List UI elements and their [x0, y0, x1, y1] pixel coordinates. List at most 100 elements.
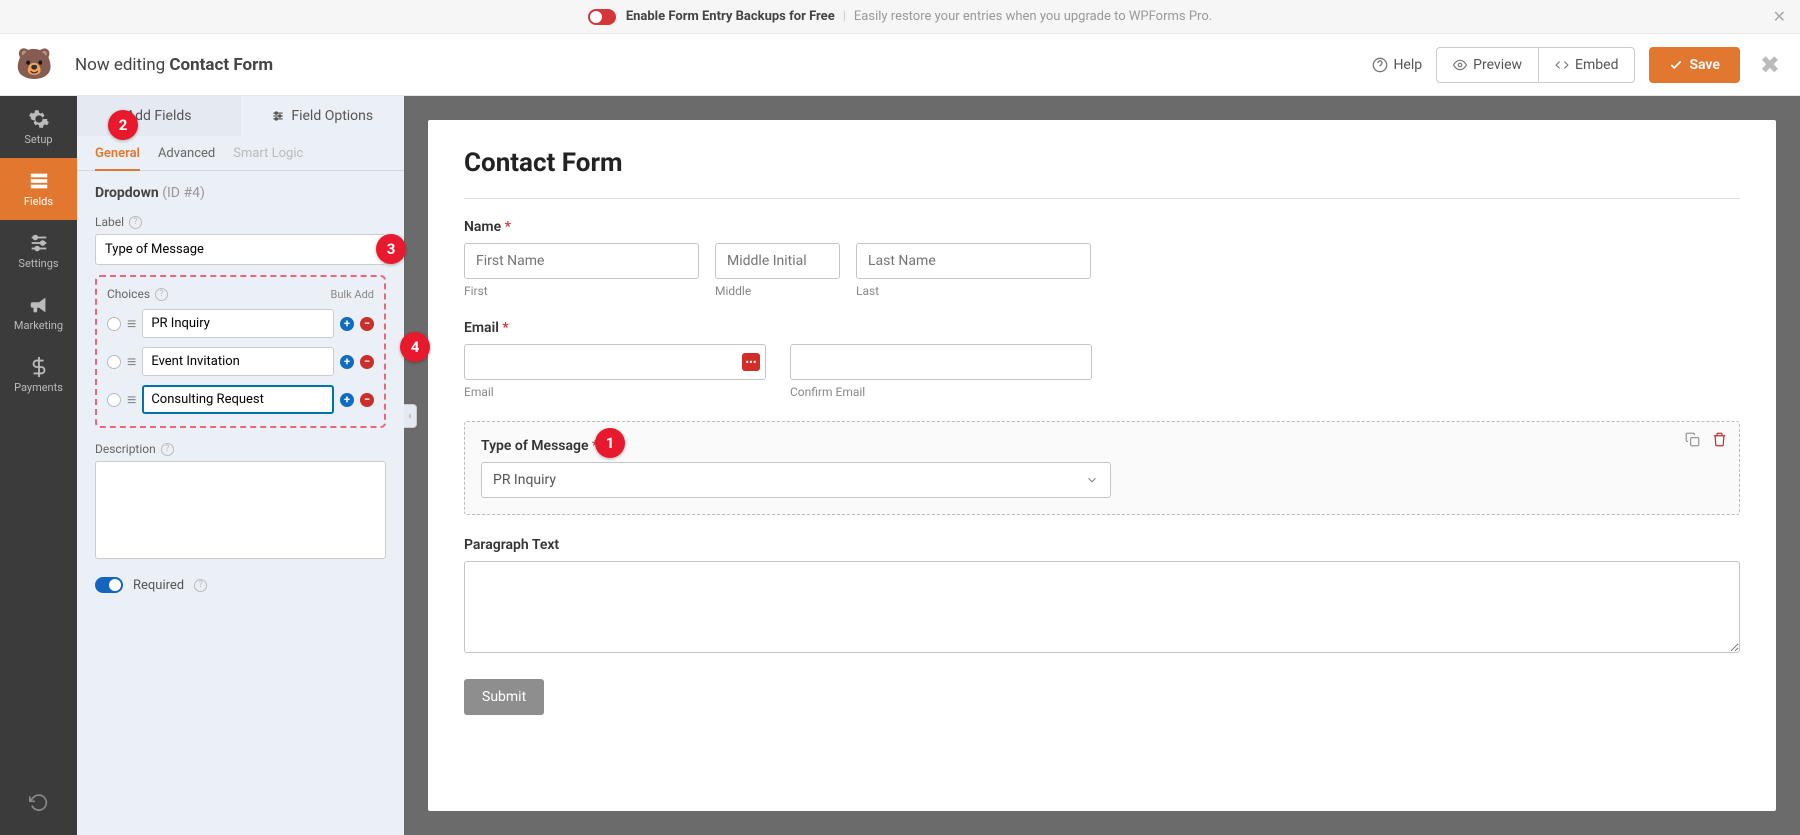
- choice-input[interactable]: [142, 309, 334, 338]
- main-layout: Setup Fields Settings Marketing Payments…: [0, 96, 1800, 835]
- preview-embed-group: Preview Embed: [1436, 47, 1635, 83]
- choice-input[interactable]: [142, 347, 334, 376]
- top-notification-bar: Enable Form Entry Backups for Free | Eas…: [0, 0, 1800, 34]
- callout-badge-2: 2: [108, 110, 138, 140]
- help-icon[interactable]: ?: [161, 443, 174, 456]
- duplicate-field-button[interactable]: [1685, 432, 1700, 451]
- type-msg-select[interactable]: PR Inquiry: [481, 462, 1111, 498]
- copy-icon: [1685, 432, 1700, 447]
- callout-badge-3: 3: [376, 234, 406, 264]
- field-id: (ID #4): [162, 185, 205, 201]
- drag-handle-icon[interactable]: ≡: [127, 314, 136, 334]
- panel-body: Dropdown (ID #4) Label ? Choices ? Bulk …: [77, 171, 404, 607]
- help-icon[interactable]: ?: [129, 216, 142, 229]
- email-field[interactable]: Email * •••Email Confirm Email: [464, 320, 1740, 399]
- description-label: Description: [95, 442, 156, 456]
- remove-choice-button[interactable]: −: [360, 393, 374, 407]
- nav-marketing[interactable]: Marketing: [0, 282, 77, 344]
- last-name-input[interactable]: [856, 243, 1091, 279]
- list-icon: [28, 170, 50, 192]
- choice-row: ≡ + −: [107, 309, 374, 338]
- paragraph-field[interactable]: Paragraph Text: [464, 537, 1740, 657]
- subtab-advanced[interactable]: Advanced: [158, 146, 215, 170]
- close-icon[interactable]: ✕: [1773, 7, 1786, 26]
- label-input[interactable]: [95, 234, 386, 265]
- first-name-sublabel: First: [464, 284, 699, 298]
- required-row: Required ?: [95, 577, 386, 593]
- description-textarea[interactable]: [95, 461, 386, 559]
- confirm-email-input[interactable]: [790, 344, 1092, 380]
- type-of-message-field[interactable]: 1 Type of Message * PR Inquiry: [464, 421, 1740, 515]
- close-builder-icon[interactable]: ✖: [1760, 51, 1780, 79]
- save-button[interactable]: Save: [1649, 47, 1739, 83]
- nav-settings[interactable]: Settings: [0, 220, 77, 282]
- code-icon: [1555, 58, 1569, 72]
- name-label: Name *: [464, 219, 1740, 235]
- dollar-icon: [28, 356, 50, 378]
- sliders-icon: [28, 232, 50, 254]
- field-actions: [1685, 432, 1727, 451]
- nav-fields-label: Fields: [24, 195, 53, 208]
- subtab-smart-logic[interactable]: Smart Logic: [233, 146, 303, 170]
- builder-header: 🐻 Now editing Contact Form Help Preview …: [0, 34, 1800, 96]
- tab-add-fields[interactable]: Add Fields: [77, 96, 241, 136]
- bullhorn-icon: [28, 294, 50, 316]
- paragraph-textarea[interactable]: [464, 561, 1740, 653]
- middle-initial-input[interactable]: [715, 243, 840, 279]
- nav-history[interactable]: [0, 783, 77, 823]
- add-choice-button[interactable]: +: [340, 393, 354, 407]
- add-choice-button[interactable]: +: [340, 355, 354, 369]
- subtab-general[interactable]: General: [95, 146, 140, 171]
- wpforms-logo-icon: 🐻: [12, 42, 57, 87]
- password-manager-icon[interactable]: •••: [742, 353, 760, 371]
- remove-choice-button[interactable]: −: [360, 317, 374, 331]
- add-choice-button[interactable]: +: [340, 317, 354, 331]
- choice-radio[interactable]: [107, 393, 121, 407]
- left-nav: Setup Fields Settings Marketing Payments: [0, 96, 77, 835]
- chevron-down-icon: [1085, 473, 1099, 487]
- submit-button[interactable]: Submit: [464, 679, 544, 715]
- nav-settings-label: Settings: [18, 257, 58, 270]
- nav-payments-label: Payments: [14, 381, 63, 394]
- header-title: Now editing Contact Form: [75, 55, 273, 75]
- name-field[interactable]: Name * First Middle Last: [464, 219, 1740, 298]
- nav-fields[interactable]: Fields: [0, 158, 77, 220]
- required-toggle[interactable]: [95, 577, 123, 593]
- label-label: Label: [95, 215, 124, 229]
- preview-label: Preview: [1473, 57, 1522, 73]
- description-label-row: Description ?: [95, 442, 386, 456]
- name-inputs-row: First Middle Last: [464, 243, 1740, 298]
- top-bar-sub: Easily restore your entries when you upg…: [854, 9, 1212, 24]
- email-input[interactable]: [464, 344, 766, 380]
- first-name-input[interactable]: [464, 243, 699, 279]
- trash-icon: [1712, 432, 1727, 447]
- drag-handle-icon[interactable]: ≡: [127, 352, 136, 372]
- email-label: Email *: [464, 320, 1740, 336]
- drag-handle-icon[interactable]: ≡: [127, 390, 136, 410]
- delete-field-button[interactable]: [1712, 432, 1727, 451]
- choice-radio[interactable]: [107, 317, 121, 331]
- choice-input[interactable]: [142, 385, 334, 414]
- embed-button[interactable]: Embed: [1538, 48, 1634, 82]
- backup-toggle[interactable]: [588, 9, 616, 25]
- top-bar-title: Enable Form Entry Backups for Free: [626, 9, 835, 24]
- remove-choice-button[interactable]: −: [360, 355, 374, 369]
- label-label-row: Label ?: [95, 215, 386, 229]
- form-title: Contact Form: [464, 148, 1740, 199]
- help-link[interactable]: Help: [1372, 57, 1422, 73]
- nav-setup[interactable]: Setup: [0, 96, 77, 158]
- bulk-add-button[interactable]: Bulk Add: [317, 288, 374, 301]
- nav-payments[interactable]: Payments: [0, 344, 77, 406]
- form-preview-area: Contact Form Name * First Middle Last Em…: [404, 96, 1800, 835]
- required-label: Required: [133, 578, 184, 593]
- choice-row: ≡ + −: [107, 347, 374, 376]
- field-type: Dropdown: [95, 185, 159, 201]
- help-icon[interactable]: ?: [194, 579, 207, 592]
- collapse-panel-button[interactable]: ‹: [404, 404, 417, 428]
- tab-field-options[interactable]: Field Options: [241, 96, 405, 136]
- choice-row: ≡ + −: [107, 385, 374, 414]
- bulk-add-label: Bulk Add: [331, 288, 374, 301]
- choice-radio[interactable]: [107, 355, 121, 369]
- help-icon[interactable]: ?: [155, 288, 168, 301]
- preview-button[interactable]: Preview: [1437, 48, 1538, 82]
